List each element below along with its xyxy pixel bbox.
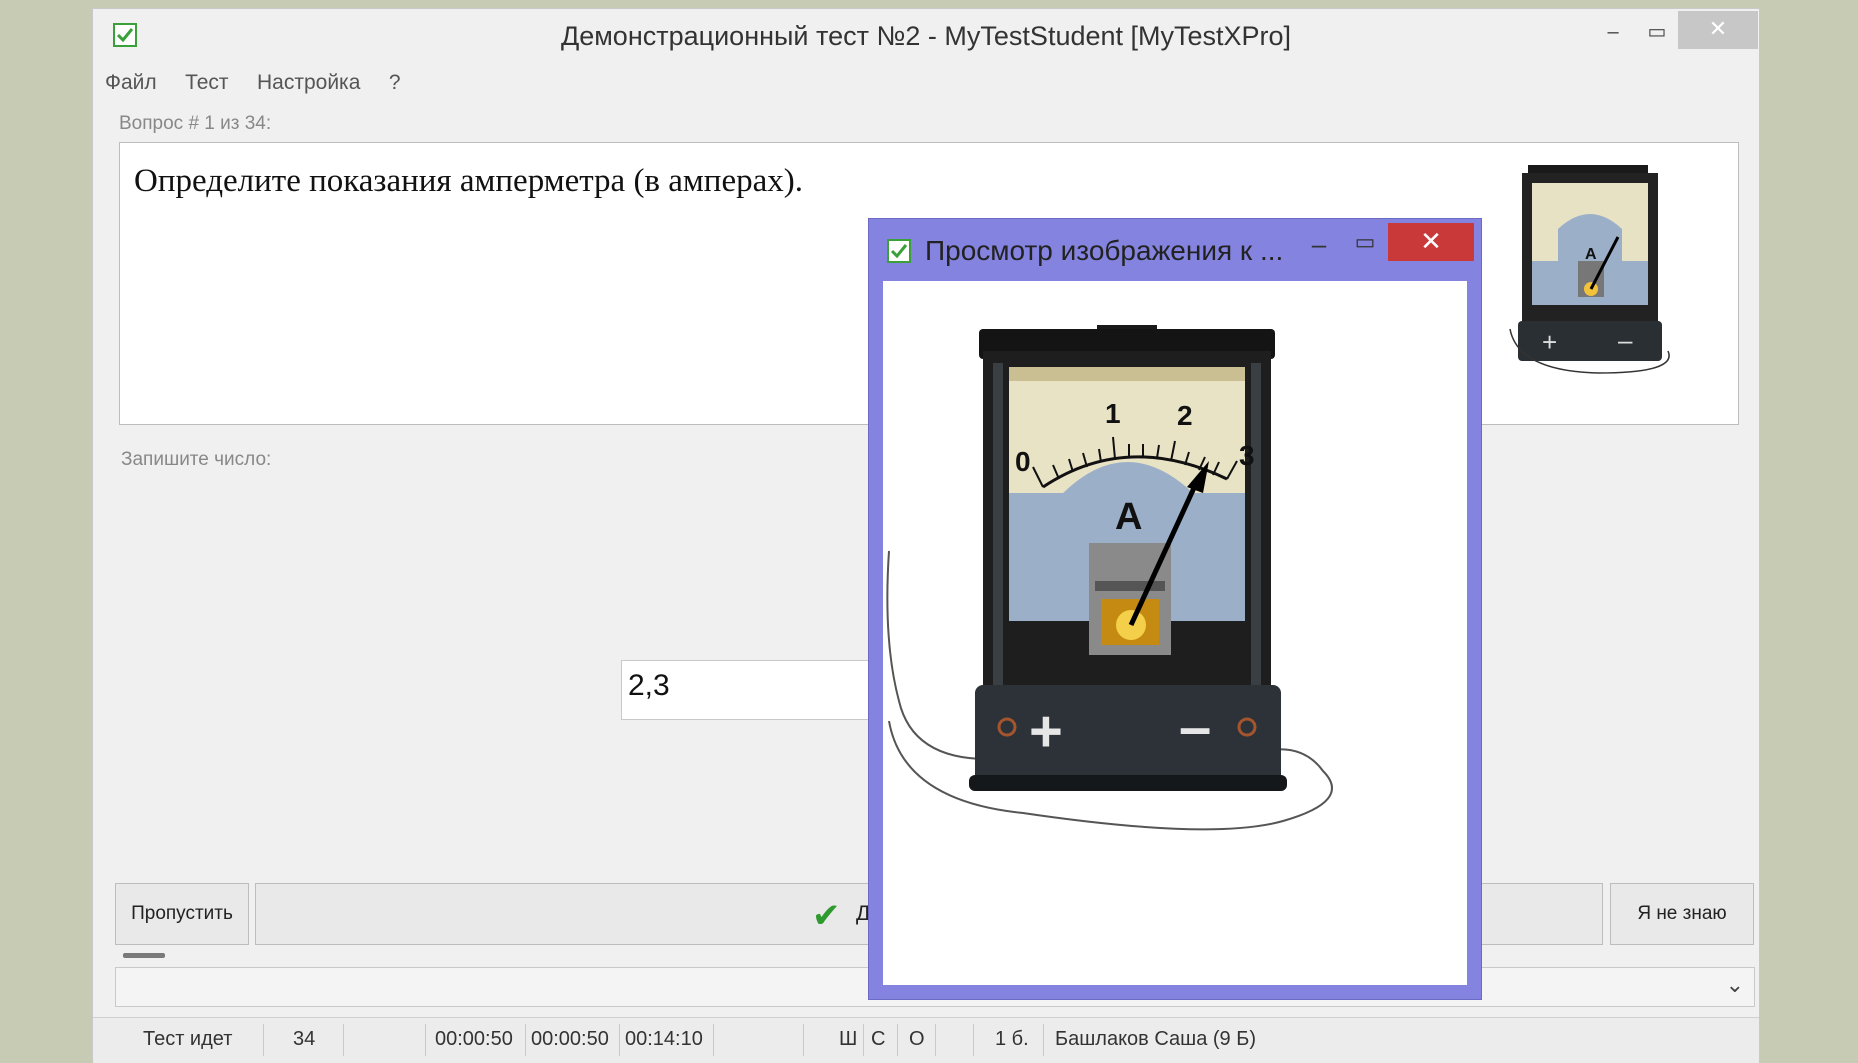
menu-help[interactable]: ? <box>389 71 401 95</box>
minus-terminal: – <box>1179 695 1211 760</box>
dont-know-button[interactable]: Я не знаю <box>1610 883 1754 945</box>
status-flag-s: С <box>871 1028 886 1050</box>
svg-text:–: – <box>1618 325 1633 355</box>
chevron-down-icon: ⌄ <box>1725 972 1744 997</box>
svg-text:+: + <box>1542 327 1557 357</box>
menu-settings[interactable]: Настройка <box>257 71 360 95</box>
scale-label-1: 1 <box>1105 398 1121 429</box>
status-time-left: 00:14:10 <box>625 1028 703 1050</box>
popup-minimize-button[interactable]: – <box>1299 229 1339 265</box>
status-time-question: 00:00:50 <box>531 1028 609 1050</box>
scale-label-0: 0 <box>1015 446 1031 477</box>
minimize-button[interactable]: – <box>1593 15 1633 49</box>
skip-button[interactable]: Пропустить <box>115 883 249 945</box>
popup-image-area: 0 1 2 3 A + – <box>883 281 1467 985</box>
answer-label: Запишите число: <box>121 449 272 470</box>
check-icon: ✔ <box>812 897 841 935</box>
status-state: Тест идет <box>143 1028 233 1050</box>
ammeter-image: 0 1 2 3 A + – <box>886 325 1333 831</box>
menu-bar: Файл Тест Настройка ? <box>93 71 1759 101</box>
popup-check-icon <box>887 239 911 263</box>
progress-indicator <box>123 953 165 958</box>
popup-maximize-button[interactable]: ▭ <box>1345 229 1385 265</box>
status-time-elapsed: 00:00:50 <box>435 1028 513 1050</box>
status-score: 1 б. <box>995 1028 1029 1050</box>
question-counter: Вопрос # 1 из 34: <box>119 113 272 134</box>
popup-close-button[interactable]: ✕ <box>1388 223 1474 261</box>
maximize-button[interactable]: ▭ <box>1637 15 1677 49</box>
title-bar[interactable]: Демонстрационный тест №2 - MyTestStudent… <box>93 9 1759 63</box>
plus-terminal: + <box>1029 699 1063 764</box>
question-image-thumbnail[interactable]: A + – <box>1508 161 1678 401</box>
image-preview-window: Просмотр изображения к ... – ▭ ✕ 0 1 2 3… <box>868 218 1482 1000</box>
status-count: 34 <box>293 1028 316 1050</box>
unit-label: A <box>1115 496 1142 538</box>
status-student: Башлаков Саша (9 Б) <box>1055 1028 1257 1050</box>
window-title: Демонстрационный тест №2 - MyTestStudent… <box>560 21 1292 51</box>
status-bar: Тест идет 34 00:00:50 00:00:50 00:14:10 … <box>93 1017 1759 1063</box>
close-button[interactable]: ✕ <box>1678 11 1758 49</box>
question-text: Определите показания амперметра (в ампер… <box>134 163 803 199</box>
status-flag-o: О <box>909 1028 925 1050</box>
status-flag-sh: Ш <box>839 1028 858 1050</box>
answer-input[interactable]: 2,3 <box>621 660 871 720</box>
popup-title: Просмотр изображения к ... <box>925 235 1284 266</box>
scale-label-3: 3 <box>1239 440 1255 471</box>
menu-file[interactable]: Файл <box>105 71 157 95</box>
scale-label-2: 2 <box>1177 400 1193 431</box>
svg-text:A: A <box>1585 246 1597 263</box>
menu-test[interactable]: Тест <box>185 71 228 95</box>
